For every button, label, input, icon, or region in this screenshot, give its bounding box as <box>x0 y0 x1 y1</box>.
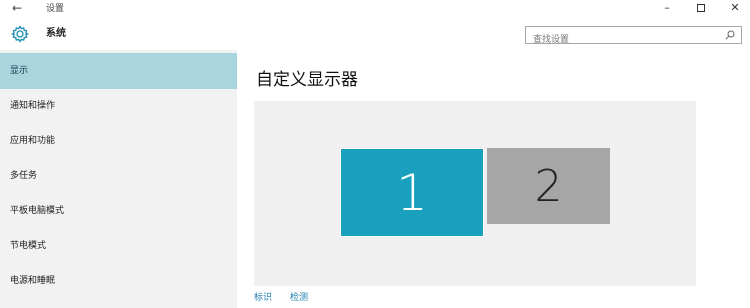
maximize-icon <box>697 4 705 12</box>
window-title: 设置 <box>46 4 65 14</box>
close-icon: ✕ <box>730 1 740 14</box>
sidebar-item-multitasking[interactable]: 多任务 <box>0 158 237 194</box>
sidebar-item-label: 应用和功能 <box>10 136 56 146</box>
sidebar: 显示 通知和操作 应用和功能 多任务 平板电脑模式 节电模式 电源和睡眠 <box>0 50 237 308</box>
minimize-button[interactable]: – <box>650 0 684 18</box>
close-button[interactable]: ✕ <box>718 0 750 18</box>
detect-link[interactable]: 检测 <box>290 292 308 304</box>
page-title: 自定义显示器 <box>256 70 358 90</box>
sidebar-item-battery-saver[interactable]: 节电模式 <box>0 228 237 264</box>
sidebar-item-power-sleep[interactable]: 电源和睡眠 <box>0 263 237 299</box>
back-arrow-icon[interactable]: ← <box>12 1 22 15</box>
search-input[interactable] <box>526 32 716 48</box>
section-title: 系统 <box>46 28 66 39</box>
title-bar: ← 设置 – ✕ <box>0 0 750 18</box>
sidebar-item-notifications[interactable]: 通知和操作 <box>0 88 237 124</box>
sidebar-item-label: 通知和操作 <box>10 101 56 111</box>
identify-link[interactable]: 标识 <box>254 292 272 304</box>
settings-header: 系统 <box>0 18 750 50</box>
main-content: 自定义显示器 1 2 标识 检测 <box>237 50 750 308</box>
sidebar-item-label: 节电模式 <box>10 241 47 251</box>
minimize-icon: – <box>664 1 670 14</box>
sidebar-item-apps[interactable]: 应用和功能 <box>0 123 237 159</box>
display-arrangement-area: 1 2 <box>254 101 696 286</box>
search-box[interactable] <box>525 26 742 48</box>
search-icon[interactable] <box>724 29 736 41</box>
maximize-button[interactable] <box>684 0 718 18</box>
gear-icon <box>11 25 29 43</box>
monitor-2[interactable]: 2 <box>487 148 610 224</box>
sidebar-item-tablet-mode[interactable]: 平板电脑模式 <box>0 193 237 229</box>
sidebar-item-label: 电源和睡眠 <box>10 276 56 286</box>
sidebar-item-label: 多任务 <box>10 171 38 181</box>
sidebar-item-display[interactable]: 显示 <box>0 53 237 89</box>
monitor-1[interactable]: 1 <box>340 148 484 237</box>
sidebar-item-label: 显示 <box>10 66 29 76</box>
sidebar-item-label: 平板电脑模式 <box>10 206 65 216</box>
